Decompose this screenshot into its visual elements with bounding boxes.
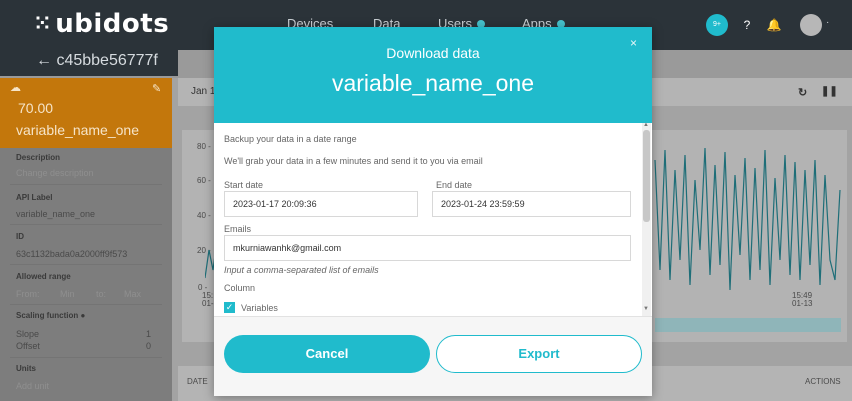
api-label-field[interactable]: variable_name_one bbox=[16, 209, 95, 219]
emails-hint: Input a comma-separated list of emails bbox=[224, 265, 379, 275]
start-date-label: Start date bbox=[224, 180, 264, 190]
emails-label: Emails bbox=[224, 224, 252, 234]
modal-intro-text: We'll grab your data in a few minutes an… bbox=[224, 156, 483, 166]
api-label-label: API Label bbox=[16, 193, 53, 202]
column-header-date[interactable]: DATE bbox=[187, 377, 208, 386]
range-max-field[interactable]: Max bbox=[124, 289, 141, 299]
end-date-label: End date bbox=[436, 180, 473, 190]
units-label: Units bbox=[16, 364, 36, 373]
scroll-down-icon[interactable]: ▼ bbox=[643, 306, 649, 312]
refresh-icon[interactable]: ↻ bbox=[798, 86, 807, 99]
id-label: ID bbox=[16, 232, 24, 241]
divider bbox=[10, 224, 162, 225]
start-date-input[interactable]: 2023-01-17 20:09:36 bbox=[224, 191, 418, 217]
divider bbox=[10, 184, 162, 185]
column-header-actions: ACTIONS bbox=[805, 377, 841, 386]
modal-intro-heading: Backup your data in a date range bbox=[224, 134, 357, 144]
description-field[interactable]: Change description bbox=[16, 168, 94, 178]
modal-scrollbar-thumb[interactable] bbox=[643, 130, 650, 222]
cloud-icon: ☁ bbox=[10, 82, 21, 94]
id-value: 63c1132bada0a2000ff9f573 bbox=[16, 249, 128, 259]
bell-icon[interactable]: 🔔 bbox=[763, 14, 785, 36]
variables-checkbox[interactable]: ✓ bbox=[224, 302, 235, 313]
offset-label: Offset bbox=[16, 341, 40, 351]
units-field[interactable]: Add unit bbox=[16, 381, 49, 391]
allowed-range-label: Allowed range bbox=[16, 272, 71, 281]
help-icon[interactable]: ? bbox=[736, 14, 758, 36]
ubidots-logo[interactable]: ⁙ ubidots bbox=[34, 9, 169, 39]
close-icon[interactable]: × bbox=[630, 36, 637, 50]
emails-input[interactable]: mkurniawanhk@gmail.com bbox=[224, 235, 631, 261]
variable-name[interactable]: variable_name_one bbox=[16, 122, 139, 138]
range-to-label: to: bbox=[96, 289, 107, 299]
divider bbox=[10, 264, 162, 265]
offset-value[interactable]: 0 bbox=[146, 341, 151, 351]
avatar[interactable] bbox=[800, 14, 822, 36]
modal-variable-name: variable_name_one bbox=[331, 70, 535, 96]
divider bbox=[10, 357, 162, 358]
logo-dots-icon: ⁙ bbox=[34, 11, 52, 35]
slope-value[interactable]: 1 bbox=[146, 329, 151, 339]
edit-icon[interactable]: ✎ bbox=[152, 82, 161, 95]
pause-icon[interactable]: ❚❚ bbox=[821, 86, 838, 97]
column-label: Column bbox=[224, 283, 256, 293]
account-chevron-icon[interactable]: · bbox=[826, 17, 829, 28]
end-date-input[interactable]: 2023-01-24 23:59:59 bbox=[432, 191, 631, 217]
variable-last-value: 70.00 bbox=[18, 100, 54, 116]
variables-option-label: Variables bbox=[241, 303, 278, 313]
scaling-function-label: Scaling function ● bbox=[16, 311, 86, 320]
range-from-label: From: bbox=[16, 289, 40, 299]
range-selector bbox=[655, 318, 841, 332]
modal-title: Download data bbox=[386, 45, 480, 61]
cancel-button[interactable]: Cancel bbox=[224, 335, 430, 373]
series-line-right bbox=[654, 147, 841, 291]
export-button[interactable]: Export bbox=[436, 335, 642, 373]
slope-label: Slope bbox=[16, 329, 40, 339]
date-range-label[interactable]: Jan 1 bbox=[191, 86, 215, 97]
device-title[interactable]: ← c45bbe56777f bbox=[36, 52, 158, 70]
range-min-field[interactable]: Min bbox=[60, 289, 75, 299]
divider bbox=[10, 304, 162, 305]
info-icon[interactable]: ● bbox=[80, 311, 85, 320]
description-label: Description bbox=[16, 153, 61, 162]
notifications-count-badge[interactable]: 9+ bbox=[706, 14, 728, 36]
scroll-up-icon[interactable]: ▲ bbox=[643, 122, 649, 128]
